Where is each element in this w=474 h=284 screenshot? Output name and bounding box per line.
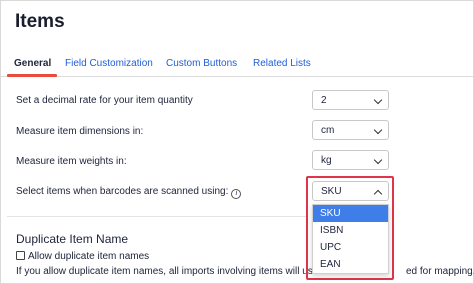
chevron-down-icon [373, 125, 383, 135]
settings-panel: Items General Field Customization Custom… [0, 0, 474, 284]
duplicate-checkbox-label[interactable]: Allow duplicate item names [28, 251, 149, 262]
option-isbn[interactable]: ISBN [313, 222, 388, 239]
dimensions-value: cm [321, 125, 335, 136]
tab-general[interactable]: General [14, 58, 51, 69]
dimensions-label: Measure item dimensions in: [16, 126, 144, 137]
tab-bar: General Field Customization Custom Butto… [1, 53, 474, 77]
weights-value: kg [321, 155, 332, 166]
option-sku[interactable]: SKU [313, 205, 388, 222]
chevron-up-icon [373, 189, 383, 199]
decimal-rate-select[interactable]: 2 [312, 90, 389, 110]
active-tab-indicator [7, 74, 57, 77]
option-upc[interactable]: UPC [313, 239, 388, 256]
info-circle-icon[interactable]: i [231, 189, 242, 199]
option-ean[interactable]: EAN [313, 256, 388, 273]
decimal-rate-value: 2 [321, 95, 327, 106]
chevron-down-icon [373, 95, 383, 105]
help-text-end: ed for mapping. [406, 266, 474, 277]
weights-select[interactable]: kg [312, 150, 389, 170]
duplicate-checkbox-row: Allow duplicate item names [16, 251, 149, 262]
barcode-value: SKU [321, 186, 342, 197]
page-title: Items [15, 11, 65, 32]
help-text-start: If you allow duplicate item names, all i… [16, 266, 335, 277]
checkbox-icon[interactable] [16, 251, 25, 260]
barcode-dropdown-list: SKU ISBN UPC EAN [312, 204, 389, 274]
barcode-select[interactable]: SKU [312, 181, 389, 201]
chevron-down-icon [373, 155, 383, 165]
tab-custom-buttons[interactable]: Custom Buttons [166, 58, 237, 69]
barcode-label: Select items when barcodes are scanned u… [16, 186, 242, 199]
weights-label: Measure item weights in: [16, 156, 127, 167]
decimal-rate-label: Set a decimal rate for your item quantit… [16, 95, 193, 106]
tab-related-lists[interactable]: Related Lists [253, 58, 311, 69]
duplicate-help-text: If you allow duplicate item names, all i… [16, 266, 474, 277]
tab-field-customization[interactable]: Field Customization [65, 58, 153, 69]
dimensions-select[interactable]: cm [312, 120, 389, 140]
duplicate-section-title: Duplicate Item Name [16, 232, 129, 246]
barcode-label-text: Select items when barcodes are scanned u… [16, 186, 229, 197]
section-divider [7, 216, 307, 217]
